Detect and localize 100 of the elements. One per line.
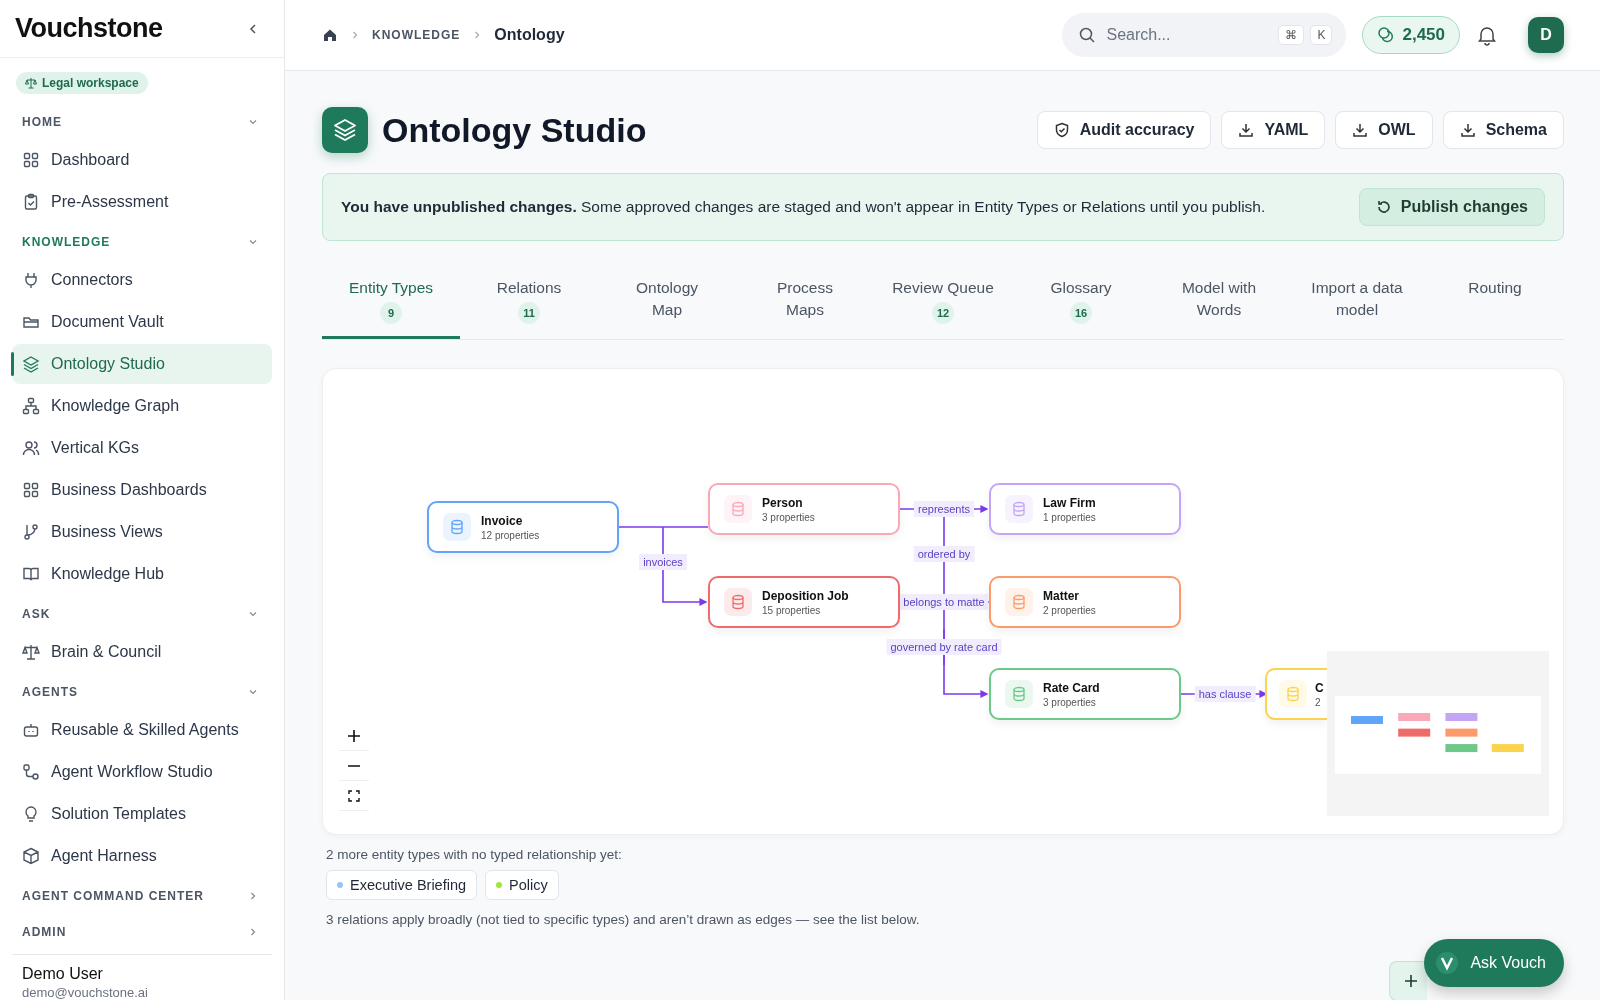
home-icon[interactable] (322, 27, 338, 43)
tab[interactable]: Routing (1426, 271, 1564, 339)
section-header[interactable]: AGENT COMMAND CENTER (12, 878, 272, 914)
nav-item[interactable]: Solution Templates (12, 794, 272, 834)
database-icon (1011, 501, 1027, 517)
section-header[interactable]: AGENTS (12, 674, 272, 710)
edge-label[interactable]: governed by rate card (886, 639, 1002, 655)
section-header[interactable]: ASK (12, 596, 272, 632)
entity-node[interactable]: Law Firm 1 properties (989, 483, 1181, 535)
branch-icon (22, 523, 40, 541)
node-name: Law Firm (1043, 495, 1096, 510)
section-header[interactable]: HOME (12, 104, 272, 140)
relations-note: 3 relations apply broadly (not tied to specific types) and aren’t drawn as edges — see the list below. (326, 912, 921, 927)
tab[interactable]: Model with Words (1150, 271, 1288, 339)
node-properties: 3 properties (762, 511, 815, 523)
chevron-right-icon (350, 30, 360, 40)
entity-node[interactable]: Deposition Job 15 properties (708, 576, 900, 628)
edge-label[interactable]: belongs to matte (899, 594, 989, 610)
tab[interactable]: Process Maps (736, 271, 874, 339)
shield-icon (1053, 122, 1070, 138)
tab[interactable]: Glossary 16 (1012, 271, 1150, 339)
tab[interactable]: Relations 11 (460, 271, 598, 339)
minus-icon (348, 764, 360, 767)
clipboard-icon (22, 193, 40, 211)
workspace-badge[interactable]: Legal workspace (16, 72, 148, 94)
bot-icon (22, 721, 40, 739)
node-properties: 15 properties (762, 604, 822, 616)
database-icon (449, 519, 465, 535)
box-icon (22, 847, 40, 865)
add-button[interactable] (1389, 961, 1427, 1000)
node-name: Deposition Job (762, 588, 849, 603)
book-icon (22, 565, 40, 583)
section-header[interactable]: ADMIN (12, 914, 272, 950)
users-icon (22, 439, 40, 457)
action-button[interactable]: YAML (1221, 111, 1326, 149)
ask-assistant-button[interactable]: Ask Vouch (1424, 939, 1564, 987)
node-name: Person (762, 495, 804, 510)
nav-item[interactable]: Brain & Council (12, 632, 272, 672)
action-button[interactable]: OWL (1335, 111, 1433, 149)
publish-button[interactable]: Publish changes (1358, 188, 1545, 226)
nav-item[interactable]: Ontology Studio (12, 344, 272, 384)
breadcrumb-item[interactable]: KNOWLEDGE (372, 28, 461, 42)
layers-icon (322, 107, 368, 153)
edge-label[interactable]: has clause (1194, 686, 1256, 702)
breadcrumb-item: Ontology (494, 26, 565, 44)
entity-node[interactable]: Matter 2 properties (989, 576, 1181, 628)
v-mark-icon (1436, 952, 1459, 974)
download-icon (1238, 122, 1255, 138)
workflow-icon (22, 763, 40, 781)
section-header[interactable]: KNOWLEDGE (12, 224, 272, 260)
fullscreen-icon (348, 789, 360, 802)
edge-label[interactable]: invoices (639, 554, 687, 570)
nav-item[interactable]: Agent Harness (12, 836, 272, 876)
edge-label[interactable]: represents (914, 501, 974, 517)
entity-node[interactable]: Invoice 12 properties (427, 501, 619, 553)
nav-item[interactable]: Agent Workflow Studio (12, 752, 272, 792)
bulb-icon (22, 805, 40, 823)
tab[interactable]: Entity Types 9 (322, 271, 460, 339)
plus-icon (347, 728, 361, 743)
nav-item[interactable]: Pre-Assessment (12, 182, 272, 222)
entity-node[interactable]: Person 3 properties (708, 483, 900, 535)
node-name: C (1315, 680, 1324, 695)
database-icon (1011, 594, 1027, 610)
edge-label[interactable]: ordered by (913, 546, 975, 562)
layers-icon (22, 355, 40, 373)
nav-item[interactable]: Business Dashboards (12, 470, 272, 510)
user-card[interactable]: Demo User demo@vouchstone.ai (12, 954, 272, 1000)
nav-item[interactable]: Connectors (12, 260, 272, 300)
nav-item[interactable]: Document Vault (12, 302, 272, 342)
entity-chip[interactable]: Policy (485, 870, 559, 900)
user-avatar[interactable]: D (1528, 17, 1564, 53)
nav-item[interactable]: Knowledge Hub (12, 554, 272, 594)
coins-icon (1377, 26, 1396, 44)
action-button[interactable]: Audit accuracy (1036, 111, 1212, 149)
database-icon (1285, 686, 1301, 702)
notification-bell-icon[interactable] (1476, 24, 1498, 46)
database-icon (730, 501, 746, 517)
database-icon (1011, 686, 1027, 702)
node-name: Invoice (481, 513, 524, 528)
action-button[interactable]: Schema (1442, 111, 1564, 149)
banner-message: You have unpublished changes. Some approved changes are staged and won't appear in Entity Types or Relations until you publish. (341, 198, 1266, 216)
node-properties: 3 properties (1043, 696, 1097, 708)
tab[interactable]: Import a data model (1288, 271, 1426, 339)
nav-item[interactable]: Knowledge Graph (12, 386, 272, 426)
nav-item[interactable]: Dashboard (12, 140, 272, 180)
tab[interactable]: Review Queue 12 (874, 271, 1012, 339)
scale-icon (25, 77, 37, 89)
nav-item[interactable]: Reusable & Skilled Agents (12, 710, 272, 750)
network-icon (22, 397, 40, 415)
plus-icon (1404, 974, 1418, 988)
entity-node[interactable]: Rate Card 3 properties (989, 668, 1181, 720)
entity-node[interactable]: C 2 (1265, 668, 1327, 720)
nav-item[interactable]: Vertical KGs (12, 428, 272, 468)
tab[interactable]: Ontology Map (598, 271, 736, 339)
node-properties: 1 properties (1043, 511, 1096, 523)
nav-item[interactable]: Business Views (12, 512, 272, 552)
node-properties: 2 properties (1043, 604, 1096, 616)
credits-button[interactable]: 2,450 (1362, 16, 1460, 54)
node-properties: 2 (1315, 696, 1322, 708)
entity-chip[interactable]: Executive Briefing (326, 870, 478, 900)
